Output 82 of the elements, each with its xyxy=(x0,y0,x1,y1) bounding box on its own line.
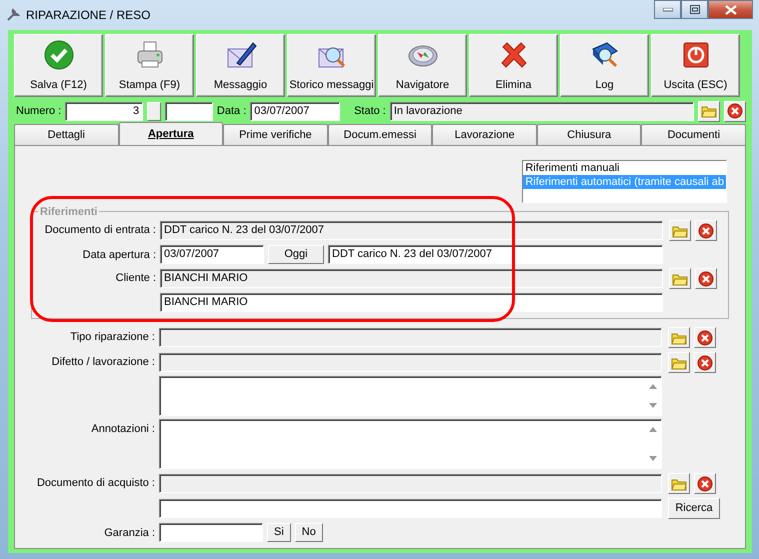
tab[interactable]: Apertura xyxy=(118,122,224,145)
toolbar-button[interactable]: Log xyxy=(560,34,649,97)
minimize-icon xyxy=(662,8,672,12)
clear-button[interactable] xyxy=(694,473,716,494)
folder-button[interactable] xyxy=(668,352,690,373)
maximize-icon xyxy=(690,5,700,14)
folder-button[interactable] xyxy=(668,473,690,494)
field-label: Documento di acquisto : xyxy=(36,476,156,491)
tab[interactable]: Lavorazione xyxy=(432,124,537,145)
tab[interactable]: Dettagli xyxy=(14,124,119,145)
clear-button[interactable] xyxy=(695,268,717,289)
toolbar-button[interactable]: Navigatore xyxy=(378,34,467,97)
numero-label: Numero : xyxy=(16,104,62,119)
folder-icon xyxy=(671,356,687,370)
folder-icon xyxy=(701,104,718,118)
toolbar-button[interactable]: Uscita (ESC) xyxy=(651,34,740,97)
maximize-button[interactable] xyxy=(681,0,708,19)
text-area[interactable] xyxy=(159,376,662,416)
folder-button[interactable] xyxy=(668,327,690,348)
tab[interactable]: Documenti xyxy=(641,124,746,145)
clear-icon xyxy=(697,354,713,370)
field-label: Data apertura : xyxy=(82,248,157,263)
input-field[interactable]: DDT carico N. 23 del 03/07/2007 xyxy=(328,245,663,264)
list-item[interactable]: Riferimenti manuali xyxy=(523,161,726,175)
folder-button[interactable] xyxy=(669,220,691,241)
toolbar-button[interactable]: Messaggio xyxy=(196,34,285,97)
text-button[interactable]: Oggi xyxy=(268,245,324,264)
date-field[interactable]: 03/07/2007 xyxy=(250,102,340,120)
close-button[interactable] xyxy=(708,0,753,19)
field-label: Documento di entrata : xyxy=(44,223,157,238)
stato-label: Stato : xyxy=(354,104,386,119)
readonly-field[interactable]: BIANCHI MARIO xyxy=(160,269,663,288)
input-field[interactable]: 03/07/2007 xyxy=(160,245,264,264)
readonly-field[interactable] xyxy=(159,474,662,493)
data-label: Data : xyxy=(216,104,246,119)
check-icon xyxy=(42,38,74,70)
clear-button[interactable] xyxy=(695,220,717,241)
text-button[interactable]: No xyxy=(294,523,323,542)
clear-icon xyxy=(727,103,744,119)
field-label: Annotazioni : xyxy=(90,422,156,437)
clear-button[interactable] xyxy=(724,100,746,122)
numero-field[interactable]: 3 xyxy=(65,102,144,120)
folder-icon xyxy=(672,272,688,286)
folder-button[interactable] xyxy=(669,268,691,289)
text-button[interactable]: Si xyxy=(267,523,291,542)
input-field[interactable] xyxy=(159,523,263,542)
code-field[interactable] xyxy=(165,102,213,120)
field-label: Tipo riparazione : xyxy=(69,330,156,345)
close-icon xyxy=(724,4,736,14)
search-button[interactable]: Ricerca xyxy=(668,498,720,519)
tab[interactable]: Prime verifiche xyxy=(223,124,328,145)
folder-icon xyxy=(672,224,688,238)
folder-button[interactable] xyxy=(698,100,720,122)
clear-icon xyxy=(697,476,713,492)
clear-icon xyxy=(697,330,713,346)
input-field[interactable]: BIANCHI MARIO xyxy=(160,293,663,312)
toolbar-button[interactable]: Stampa (F9) xyxy=(105,34,194,97)
folder-icon xyxy=(671,330,687,344)
input-field[interactable] xyxy=(159,499,662,518)
readonly-field[interactable] xyxy=(159,353,662,372)
minimize-button[interactable] xyxy=(654,0,681,19)
field-label: Garanzia : xyxy=(103,526,156,541)
readonly-field[interactable]: DDT carico N. 23 del 03/07/2007 xyxy=(160,221,663,240)
small-button[interactable] xyxy=(147,102,162,120)
tab[interactable]: Docum.emessi xyxy=(328,124,432,145)
readonly-field[interactable] xyxy=(159,328,662,347)
window-title: RIPARAZIONE / RESO xyxy=(26,7,150,24)
toolbar-button[interactable]: Storico messaggi xyxy=(287,34,376,97)
tab[interactable]: Chiusura xyxy=(536,124,642,145)
clear-icon xyxy=(698,270,714,286)
toolbar-button[interactable]: Salva (F12) xyxy=(14,34,103,97)
clear-button[interactable] xyxy=(694,352,716,373)
clear-button[interactable] xyxy=(694,327,716,348)
reference-mode-list[interactable]: Riferimenti manuali Riferimenti automatici (tramite causali ab xyxy=(522,160,727,203)
stato-field[interactable]: In lavorazione xyxy=(390,102,694,120)
clear-icon xyxy=(698,222,714,238)
toolbar-button[interactable]: Elimina xyxy=(469,34,558,97)
folder-icon xyxy=(671,476,687,490)
wrench-icon xyxy=(6,8,20,22)
field-label: Difetto / lavorazione : xyxy=(50,355,156,370)
field-label: Cliente : xyxy=(114,271,157,286)
text-area[interactable] xyxy=(159,419,662,469)
